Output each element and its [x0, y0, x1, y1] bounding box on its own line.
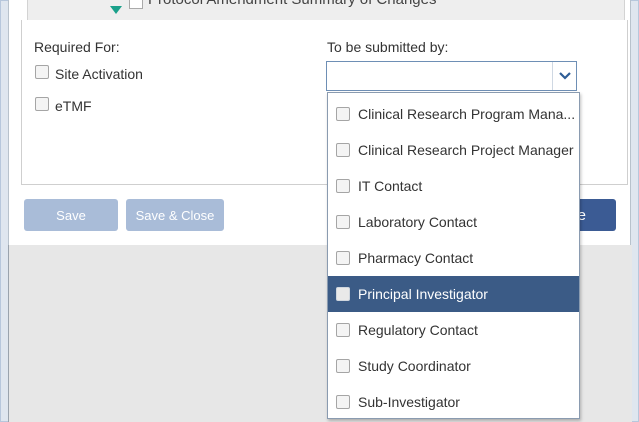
dropdown-option[interactable]: Laboratory Contact	[328, 204, 579, 240]
option-checkbox[interactable]	[336, 179, 350, 193]
dropdown-option[interactable]: Pharmacy Contact	[328, 240, 579, 276]
option-label: Study Coordinator	[358, 358, 471, 374]
document-row[interactable]: Protocol Amendment Summary of Changes	[27, 0, 625, 21]
dropdown-option[interactable]: Sub-Investigator	[328, 384, 579, 418]
option-label: Laboratory Contact	[358, 214, 478, 230]
site-activation-label: Site Activation	[55, 66, 143, 82]
option-label: IT Contact	[358, 178, 423, 194]
save-close-button[interactable]: Save & Close	[126, 199, 224, 231]
dropdown-option[interactable]: Regulatory Contact	[328, 312, 579, 348]
option-checkbox[interactable]	[336, 395, 350, 409]
expand-triangle-icon[interactable]	[110, 6, 122, 14]
etmf-checkbox[interactable]	[35, 97, 49, 111]
required-for-label: Required For:	[34, 39, 120, 55]
dropdown-option[interactable]: Clinical Research Project Manager	[328, 132, 579, 168]
option-checkbox[interactable]	[336, 359, 350, 373]
dropdown-option[interactable]: Study Coordinator	[328, 348, 579, 384]
submitted-by-select[interactable]	[326, 61, 577, 91]
dropdown-toggle-button[interactable]	[552, 62, 576, 90]
option-label: Regulatory Contact	[358, 322, 478, 338]
option-checkbox[interactable]	[336, 251, 350, 265]
etmf-label: eTMF	[55, 98, 92, 114]
option-checkbox[interactable]	[336, 107, 350, 121]
option-checkbox[interactable]	[336, 287, 350, 301]
document-checkbox[interactable]	[129, 0, 143, 9]
option-checkbox[interactable]	[336, 143, 350, 157]
option-label: Clinical Research Program Mana...	[358, 106, 576, 122]
document-row-label: Protocol Amendment Summary of Changes	[148, 0, 436, 8]
dropdown-option[interactable]: Clinical Research Program Mana...	[328, 96, 579, 132]
option-checkbox[interactable]	[336, 215, 350, 229]
submitted-by-dropdown-list: Clinical Research Program Mana... Clinic…	[327, 92, 580, 419]
dropdown-option-highlighted[interactable]: Principal Investigator	[328, 276, 579, 312]
chevron-down-icon	[558, 72, 571, 80]
option-label: Sub-Investigator	[358, 394, 460, 410]
site-activation-checkbox[interactable]	[35, 65, 49, 79]
option-label: Pharmacy Contact	[358, 250, 474, 266]
save-button[interactable]: Save	[24, 199, 118, 231]
submitted-by-label: To be submitted by:	[327, 39, 449, 55]
option-label: Clinical Research Project Manager	[358, 142, 574, 158]
option-label: Principal Investigator	[358, 286, 488, 302]
dropdown-option[interactable]: IT Contact	[328, 168, 579, 204]
option-checkbox[interactable]	[336, 323, 350, 337]
